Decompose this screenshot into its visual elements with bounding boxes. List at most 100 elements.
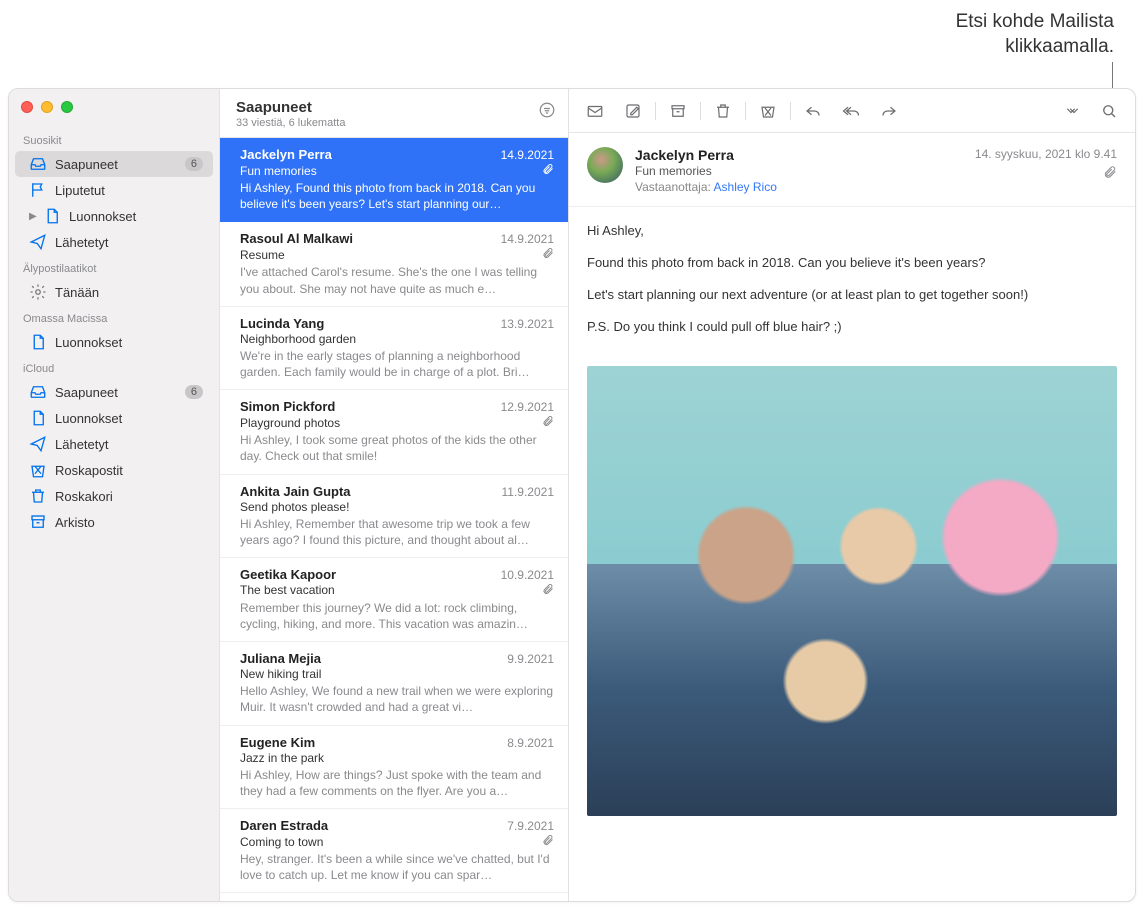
sidebar-item-icloud-drafts[interactable]: Luonnokset bbox=[15, 405, 213, 431]
message-list-item[interactable]: Eugene Kim8.9.2021Jazz in the parkHi Ash… bbox=[220, 726, 568, 809]
sidebar-item-label: Arkisto bbox=[55, 515, 203, 530]
sidebar-item-drafts[interactable]: ▶ Luonnokset bbox=[15, 203, 213, 229]
message-date: 11.9.2021 bbox=[502, 485, 555, 499]
message-date: 13.9.2021 bbox=[501, 317, 554, 331]
sidebar-item-icloud-junk[interactable]: Roskapostit bbox=[15, 457, 213, 483]
sidebar-item-flagged[interactable]: Liputetut bbox=[15, 177, 213, 203]
sidebar-item-label: Roskakori bbox=[55, 489, 203, 504]
message-attachment-image[interactable] bbox=[587, 366, 1117, 816]
message-list-item[interactable]: Rasoul Al Malkawi14.9.2021 Resume I've att… bbox=[220, 222, 568, 306]
sidebar-heading-icloud: iCloud bbox=[9, 355, 219, 379]
sidebar-item-today[interactable]: Tänään bbox=[15, 279, 213, 305]
delete-button[interactable] bbox=[705, 97, 741, 125]
mailbox-subtitle: 33 viestiä, 6 lukematta bbox=[236, 117, 538, 129]
toolbar-separator bbox=[745, 102, 746, 120]
zoom-window-button[interactable] bbox=[61, 101, 73, 113]
message-subject: The best vacation bbox=[240, 583, 538, 597]
message-preview: Hello Ashley, We found a new trail when … bbox=[240, 683, 554, 715]
sidebar-item-label: Luonnokset bbox=[55, 335, 203, 350]
sidebar-item-inbox[interactable]: Saapuneet 6 bbox=[15, 151, 213, 177]
message-subject: Send photos please! bbox=[240, 500, 554, 514]
junk-button[interactable] bbox=[750, 97, 786, 125]
message-list-item[interactable]: Lucinda Yang13.9.2021Neighborhood garden… bbox=[220, 307, 568, 390]
message-preview: Hey, stranger. It's been a while since w… bbox=[240, 851, 554, 883]
message-subject: Neighborhood garden bbox=[240, 332, 554, 346]
sidebar-item-icloud-inbox[interactable]: Saapuneet 6 bbox=[15, 379, 213, 405]
attachment-icon bbox=[542, 163, 554, 178]
message-sender: Rasoul Al Malkawi bbox=[240, 231, 501, 246]
sidebar-item-label: Saapuneet bbox=[55, 385, 177, 400]
junk-icon bbox=[29, 461, 47, 479]
message-date: 12.9.2021 bbox=[501, 400, 554, 414]
filter-button[interactable] bbox=[538, 99, 556, 122]
more-button[interactable] bbox=[1053, 97, 1089, 125]
message-preview: Hi Ashley, How are things? Just spoke wi… bbox=[240, 767, 554, 799]
message-sender: Simon Pickford bbox=[240, 399, 501, 414]
message-body: Hi Ashley, Found this photo from back in… bbox=[569, 207, 1135, 364]
message-subject: Coming to town bbox=[240, 835, 538, 849]
minimize-window-button[interactable] bbox=[41, 101, 53, 113]
message-list-item[interactable]: Simon Pickford12.9.2021 Playground photos… bbox=[220, 390, 568, 474]
archive-button[interactable] bbox=[660, 97, 696, 125]
message-list-item[interactable]: Juliana Mejia9.9.2021New hiking trailHel… bbox=[220, 642, 568, 725]
message-date: 14.9.2021 bbox=[501, 232, 554, 246]
sidebar-heading-smart: Älypostilaatikot bbox=[9, 255, 219, 279]
sidebar-item-label: Lähetetyt bbox=[55, 437, 203, 452]
chevron-right-icon[interactable]: ▶ bbox=[29, 211, 39, 222]
unread-badge: 6 bbox=[185, 157, 203, 171]
message-preview: I've attached Carol's resume. She's the … bbox=[240, 264, 554, 296]
message-sender: Jackelyn Perra bbox=[240, 147, 501, 162]
message-preview: Hi Ashley, Found this photo from back in… bbox=[240, 180, 554, 212]
message-list-pane: Saapuneet 33 viestiä, 6 lukematta Jackel… bbox=[220, 89, 569, 901]
message-sender: Ankita Jain Gupta bbox=[240, 484, 502, 499]
avatar[interactable] bbox=[587, 147, 623, 183]
attachment-icon bbox=[542, 247, 554, 262]
attachment-icon[interactable] bbox=[975, 165, 1117, 182]
sidebar-item-sent[interactable]: Lähetetyt bbox=[15, 229, 213, 255]
close-window-button[interactable] bbox=[21, 101, 33, 113]
message-subject: Resume bbox=[240, 248, 538, 262]
message-list-item[interactable]: Daren Estrada7.9.2021Coming to townHey, … bbox=[220, 809, 568, 893]
message-preview: Hi Ashley, Remember that awesome trip we… bbox=[240, 516, 554, 548]
sidebar-item-label: Luonnokset bbox=[69, 209, 203, 224]
message-list-item[interactable]: Jackelyn Perra14.9.2021Fun memoriesHi As… bbox=[220, 138, 568, 222]
message-subject: Playground photos bbox=[240, 416, 538, 430]
mail-window: Suosikit Saapuneet 6 Liputetut ▶ Luonn bbox=[8, 88, 1136, 902]
message-sender: Lucinda Yang bbox=[240, 316, 501, 331]
sidebar-item-icloud-sent[interactable]: Lähetetyt bbox=[15, 431, 213, 457]
message-list-item[interactable]: Geetika Kapoor10.9.2021The best vacation… bbox=[220, 558, 568, 642]
compose-button[interactable] bbox=[615, 97, 651, 125]
message-date: 9.9.2021 bbox=[507, 652, 554, 666]
message-list-item[interactable]: Ankita Jain Gupta11.9.2021Send photos pl… bbox=[220, 475, 568, 558]
reply-button[interactable] bbox=[795, 97, 831, 125]
mailbox-title: Saapuneet bbox=[236, 99, 538, 116]
reply-all-button[interactable] bbox=[833, 97, 869, 125]
paperplane-icon bbox=[29, 233, 47, 251]
message-preview: Remember this journey? We did a lot: roc… bbox=[240, 600, 554, 632]
message-sender: Eugene Kim bbox=[240, 735, 507, 750]
inbox-icon bbox=[29, 383, 47, 401]
sidebar-item-icloud-trash[interactable]: Roskakori bbox=[15, 483, 213, 509]
attachment-icon bbox=[542, 834, 554, 849]
sidebar-item-label: Tänään bbox=[55, 285, 203, 300]
message-date: 8.9.2021 bbox=[507, 736, 554, 750]
document-icon bbox=[29, 409, 47, 427]
sidebar-item-label: Roskapostit bbox=[55, 463, 203, 478]
message-date: 10.9.2021 bbox=[501, 568, 554, 582]
message-sender: Juliana Mejia bbox=[240, 651, 507, 666]
message-date: 14. syyskuu, 2021 klo 9.41 bbox=[975, 147, 1117, 161]
forward-button[interactable] bbox=[871, 97, 907, 125]
message-list[interactable]: Jackelyn Perra 14.9.2021 Fun memories Hi As… bbox=[220, 138, 568, 901]
sidebar-item-local-drafts[interactable]: Luonnokset bbox=[15, 329, 213, 355]
sidebar-item-label: Lähetetyt bbox=[55, 235, 203, 250]
paperplane-icon bbox=[29, 435, 47, 453]
message-subject: Fun memories bbox=[240, 164, 538, 178]
toolbar-separator bbox=[790, 102, 791, 120]
attachment-icon bbox=[542, 583, 554, 598]
sidebar-item-icloud-archive[interactable]: Arkisto bbox=[15, 509, 213, 535]
search-button[interactable] bbox=[1091, 97, 1127, 125]
recipient-name[interactable]: Ashley Rico bbox=[714, 180, 777, 194]
sidebar-item-label: Saapuneet bbox=[55, 157, 177, 172]
message-preview: Hi Ashley, I took some great photos of t… bbox=[240, 432, 554, 464]
mark-unread-button[interactable] bbox=[577, 97, 613, 125]
